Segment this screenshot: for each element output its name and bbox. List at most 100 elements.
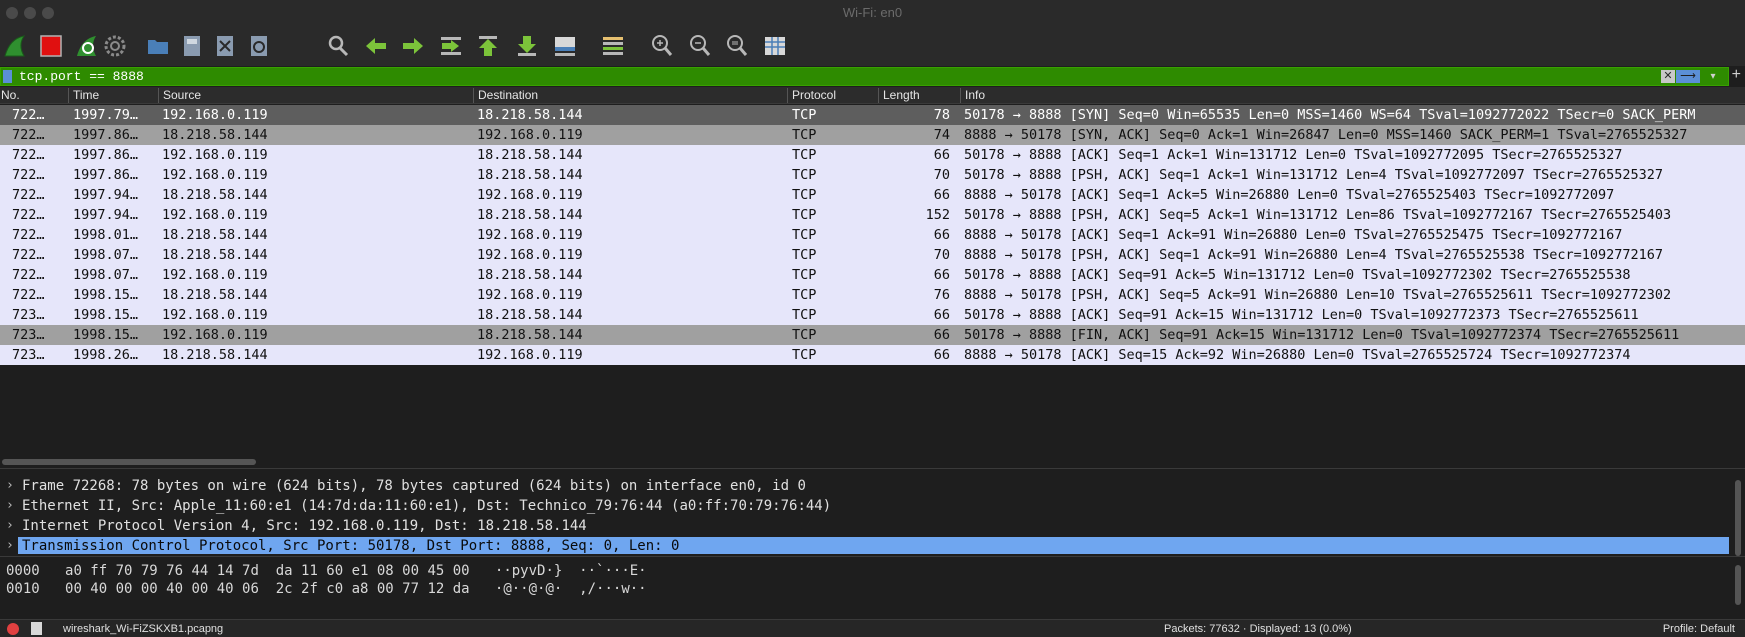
colorize-icon — [603, 37, 623, 55]
expert-info-icon[interactable] — [7, 623, 19, 635]
table-row[interactable]: 722… 1998.07… 18.218.58.144 192.168.0.119 TC… — [0, 245, 1745, 265]
display-filter-text[interactable]: tcp.port == 8888 — [19, 69, 144, 84]
display-filter-bar: tcp.port == 8888 ✕ ⟶ ▾ + — [0, 66, 1745, 87]
cell-time: 1997.86… — [73, 167, 139, 183]
table-row[interactable]: 722… 1998.15… 18.218.58.144 192.168.0.119 TC… — [0, 285, 1745, 305]
display-filter-input[interactable]: tcp.port == 8888 ✕ ⟶ ▾ — [0, 67, 1729, 86]
resize-columns-button[interactable] — [760, 32, 790, 60]
cell-info: 50178 → 8888 [ACK] Seq=91 Ack=5 Win=1317… — [964, 267, 1631, 283]
cell-proto: TCP — [792, 247, 817, 263]
packet-bytes-pane: 0000 a0 ff 70 79 76 44 14 7d da 11 60 e1… — [0, 562, 1745, 614]
column-header-length[interactable]: Length — [878, 88, 960, 103]
open-file-button[interactable] — [143, 32, 173, 60]
capture-file-name: wireshark_Wi-FiZSKXB1.pcapng — [63, 623, 224, 635]
capture-comments-icon[interactable] — [31, 622, 42, 635]
detail-row-tcp[interactable]: › Transmission Control Protocol, Src Por… — [0, 536, 1730, 556]
bytes-row[interactable]: 0010 00 40 00 00 40 00 40 06 2c 2f c0 a8… — [6, 581, 647, 597]
column-header-source[interactable]: Source — [158, 88, 473, 103]
column-header-destination[interactable]: Destination — [473, 88, 787, 103]
filter-history-dropdown[interactable]: ▾ — [1706, 70, 1720, 83]
scrollbar-thumb[interactable] — [2, 459, 256, 465]
table-row[interactable]: 723… 1998.15… 192.168.0.119 18.218.58.144 TC… — [0, 305, 1745, 325]
column-header-protocol[interactable]: Protocol — [787, 88, 878, 103]
cell-info: 50178 → 8888 [PSH, ACK] Seq=1 Ack=1 Win=… — [964, 167, 1663, 183]
cell-dst: 192.168.0.119 — [477, 227, 583, 243]
cell-len: 78 — [933, 107, 950, 123]
capture-options-button[interactable] — [100, 32, 130, 60]
column-header-info[interactable]: Info — [960, 88, 1745, 103]
cell-dst: 18.218.58.144 — [477, 327, 583, 343]
cell-time: 1998.15… — [73, 327, 139, 343]
detail-row-ethernet[interactable]: › Ethernet II, Src: Apple_11:60:e1 (14:7… — [0, 496, 1730, 516]
expand-arrow-icon[interactable]: › — [6, 478, 14, 493]
bytes-vertical-scrollbar[interactable] — [1735, 565, 1741, 605]
cell-no: 723… — [12, 307, 45, 323]
bookmark-icon[interactable] — [3, 70, 12, 83]
restart-capture-button[interactable] — [72, 32, 102, 60]
detail-row-ipv4[interactable]: › Internet Protocol Version 4, Src: 192.… — [0, 516, 1730, 536]
expand-arrow-icon[interactable]: › — [6, 518, 14, 533]
cell-dst: 192.168.0.119 — [477, 347, 583, 363]
table-row[interactable]: 723… 1998.26… 18.218.58.144 192.168.0.119 TC… — [0, 345, 1745, 365]
clear-filter-button[interactable]: ✕ — [1661, 70, 1675, 83]
cell-time: 1997.94… — [73, 207, 139, 223]
start-capture-button[interactable] — [0, 32, 30, 60]
column-header-no[interactable]: No. — [0, 88, 68, 103]
arrow-left-icon — [366, 38, 386, 54]
table-row[interactable]: 722… 1997.86… 18.218.58.144 192.168.0.119 TC… — [0, 125, 1745, 145]
detail-row-text: Frame 72268: 78 bytes on wire (624 bits)… — [22, 478, 806, 494]
table-row[interactable]: 723… 1998.15… 192.168.0.119 18.218.58.144 TC… — [0, 325, 1745, 345]
profile-selector[interactable]: Profile: Default — [1663, 623, 1735, 635]
cell-time: 1997.86… — [73, 127, 139, 143]
auto-scroll-button[interactable] — [550, 32, 580, 60]
table-row[interactable]: 722… 1997.86… 192.168.0.119 18.218.58.144 TC… — [0, 145, 1745, 165]
save-file-button[interactable] — [177, 32, 207, 60]
table-row[interactable]: 722… 1997.94… 192.168.0.119 18.218.58.144 TC… — [0, 205, 1745, 225]
bytes-offset: 0010 — [6, 581, 40, 597]
cell-src: 18.218.58.144 — [162, 127, 268, 143]
go-back-button[interactable] — [361, 32, 391, 60]
expand-arrow-icon[interactable]: › — [6, 498, 14, 513]
stop-capture-button[interactable] — [36, 32, 66, 60]
zoom-in-button[interactable] — [647, 32, 677, 60]
detail-row-frame[interactable]: › Frame 72268: 78 bytes on wire (624 bit… — [0, 476, 1730, 496]
cell-src: 192.168.0.119 — [162, 167, 268, 183]
reload-file-button[interactable] — [244, 32, 274, 60]
go-first-button[interactable] — [473, 32, 503, 60]
cell-proto: TCP — [792, 227, 817, 243]
table-row[interactable]: 722… 1998.01… 18.218.58.144 192.168.0.119 TC… — [0, 225, 1745, 245]
apply-filter-button[interactable]: ⟶ — [1676, 70, 1700, 83]
normal-size-button[interactable] — [722, 32, 752, 60]
find-packet-button[interactable] — [323, 32, 353, 60]
colorize-button[interactable] — [598, 32, 628, 60]
go-forward-button[interactable] — [398, 32, 428, 60]
cell-time: 1998.15… — [73, 287, 139, 303]
cell-no: 722… — [12, 167, 45, 183]
column-header-time[interactable]: Time — [68, 88, 158, 103]
table-row[interactable]: 722… 1997.86… 192.168.0.119 18.218.58.144 TC… — [0, 165, 1745, 185]
cell-dst: 18.218.58.144 — [477, 167, 583, 183]
cell-no: 723… — [12, 327, 45, 343]
go-last-button[interactable] — [512, 32, 542, 60]
cell-len: 66 — [933, 307, 950, 323]
cell-src: 192.168.0.119 — [162, 147, 268, 163]
cell-no: 722… — [12, 107, 45, 123]
close-file-button[interactable] — [210, 32, 240, 60]
table-row[interactable]: 722… 1997.94… 18.218.58.144 192.168.0.119 TC… — [0, 185, 1745, 205]
add-filter-button[interactable]: + — [1732, 66, 1741, 84]
table-row[interactable]: 722… 1998.07… 192.168.0.119 18.218.58.144 TC… — [0, 265, 1745, 285]
packet-list-horizontal-scrollbar[interactable] — [0, 456, 1745, 468]
bytes-row[interactable]: 0000 a0 ff 70 79 76 44 14 7d da 11 60 e1… — [6, 563, 647, 579]
cell-src: 192.168.0.119 — [162, 327, 268, 343]
expand-arrow-icon[interactable]: › — [6, 538, 14, 553]
cell-no: 722… — [12, 147, 45, 163]
go-to-packet-button[interactable] — [436, 32, 466, 60]
close-file-icon — [217, 36, 233, 56]
cell-info: 50178 → 8888 [SYN] Seq=0 Win=65535 Len=0… — [964, 107, 1696, 123]
zoom-out-button[interactable] — [685, 32, 715, 60]
details-vertical-scrollbar[interactable] — [1735, 480, 1741, 556]
pane-splitter[interactable] — [0, 468, 1745, 476]
table-row[interactable]: 722… 1997.79… 192.168.0.119 18.218.58.144 TC… — [0, 105, 1745, 125]
jump-icon — [441, 37, 461, 55]
zoom-in-icon — [652, 35, 673, 56]
